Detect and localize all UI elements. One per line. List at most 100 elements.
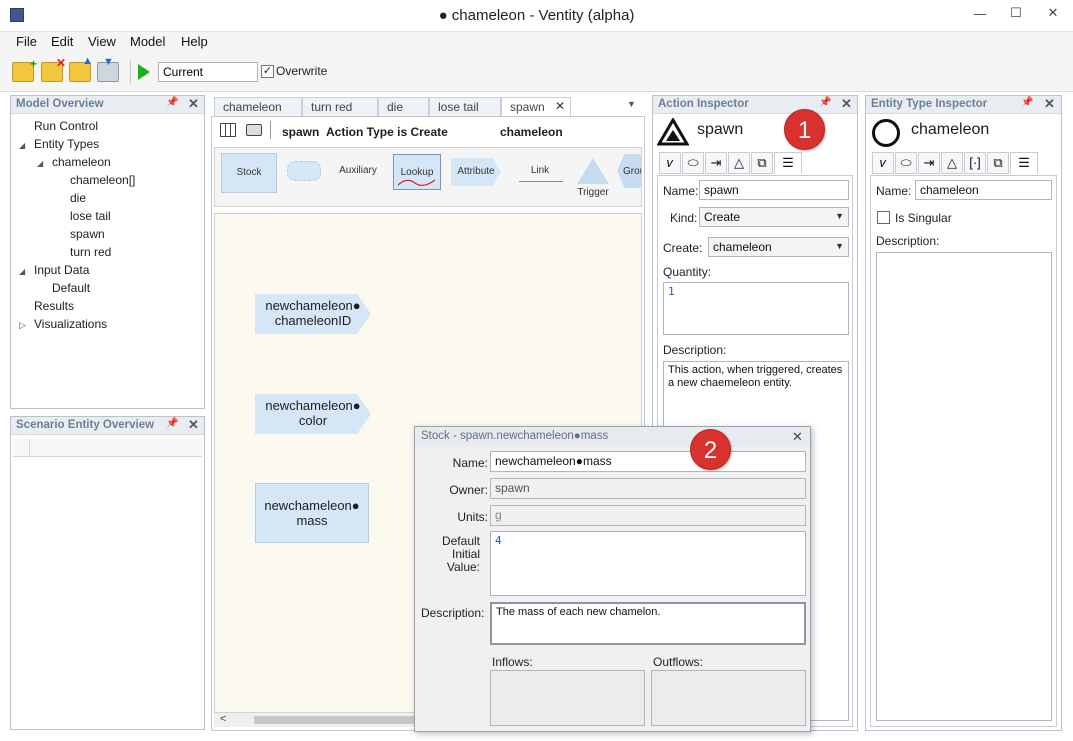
pin-icon[interactable]: 📌 bbox=[819, 97, 831, 108]
description-label: Description: bbox=[421, 606, 485, 620]
tree-chameleon[interactable]: chameleon bbox=[52, 155, 111, 169]
tab-spawn[interactable]: spawn ✕ bbox=[501, 97, 571, 116]
expand-arrow-icon[interactable]: ◢ bbox=[19, 141, 25, 150]
stock-dialog-header[interactable]: Stock - spawn.newchameleon●mass ✕ bbox=[415, 427, 810, 447]
close-icon[interactable]: ✕ bbox=[841, 96, 852, 112]
name-field[interactable]: chameleon bbox=[915, 180, 1052, 200]
expand-arrow-icon[interactable]: ◢ bbox=[37, 159, 43, 168]
close-icon[interactable]: ✕ bbox=[1044, 96, 1055, 112]
window-title: ● chameleon - Ventity (alpha) bbox=[438, 7, 635, 24]
tree-run-control[interactable]: Run Control bbox=[34, 119, 98, 133]
tab-bracket-icon[interactable]: [·] bbox=[964, 152, 986, 174]
menu-help[interactable]: Help bbox=[181, 34, 208, 49]
tab-tag-icon[interactable]: ⬭ bbox=[895, 152, 917, 174]
tree-chameleon-collection[interactable]: chameleon[] bbox=[70, 173, 135, 187]
node-color[interactable]: newchameleon● color bbox=[255, 394, 371, 434]
scrollbar-thumb[interactable] bbox=[254, 716, 414, 724]
tree-default[interactable]: Default bbox=[52, 281, 90, 295]
initial-value-field[interactable]: 4 bbox=[490, 531, 806, 596]
tree-spawn[interactable]: spawn bbox=[70, 227, 105, 241]
name-field[interactable]: spawn bbox=[699, 180, 849, 200]
callout-badge-1: 1 bbox=[784, 109, 825, 150]
palette-attribute[interactable]: Attribute bbox=[451, 158, 501, 186]
description-field[interactable]: The mass of each new chamelon. bbox=[490, 602, 806, 645]
node-chameleonID[interactable]: newchameleon● chameleonID bbox=[255, 294, 371, 334]
close-model-folder-icon[interactable]: ✕ bbox=[41, 56, 66, 82]
menu-view[interactable]: View bbox=[88, 34, 116, 49]
inspector-body: Name: chameleon Is Singular Description: bbox=[870, 175, 1057, 727]
header-separator bbox=[270, 121, 271, 139]
tab-list-icon[interactable]: ☰ bbox=[1010, 152, 1038, 174]
tree-die[interactable]: die bbox=[70, 191, 86, 205]
menu-file[interactable]: File bbox=[16, 34, 37, 49]
palette-cloud-icon[interactable] bbox=[287, 161, 321, 181]
chevron-down-icon: ▼ bbox=[835, 211, 844, 221]
close-icon[interactable]: ✕ bbox=[188, 96, 199, 112]
menu-edit[interactable]: Edit bbox=[51, 34, 73, 49]
inspector-heading: chameleon bbox=[911, 121, 990, 138]
close-window-button[interactable]: ✕ bbox=[1034, 0, 1072, 26]
description-field[interactable] bbox=[876, 252, 1052, 721]
open-folder-icon[interactable]: ▲ bbox=[69, 55, 93, 82]
palette-group[interactable]: Grou bbox=[623, 166, 641, 177]
outflows-list[interactable] bbox=[651, 670, 806, 726]
tab-equation-icon[interactable]: 𝑣 bbox=[872, 152, 894, 174]
kind-label: Kind: bbox=[670, 211, 698, 225]
pin-icon[interactable]: 📌 bbox=[166, 418, 178, 429]
tab-list-icon[interactable]: ☰ bbox=[774, 152, 802, 174]
tab-import-icon[interactable]: ⇥ bbox=[918, 152, 940, 174]
tree-results[interactable]: Results bbox=[34, 299, 74, 313]
maximize-button[interactable]: ☐ bbox=[998, 0, 1034, 26]
expand-arrow-icon[interactable]: ◢ bbox=[19, 267, 25, 276]
tab-import-icon[interactable]: ⇥ bbox=[705, 152, 727, 174]
keyboard-icon[interactable] bbox=[246, 124, 262, 136]
close-icon[interactable]: ✕ bbox=[188, 417, 199, 433]
tab-turn-red[interactable]: turn red bbox=[302, 97, 378, 116]
tree-turn-red[interactable]: turn red bbox=[70, 245, 111, 259]
tab-diagram-icon[interactable]: ⧉ bbox=[751, 152, 773, 174]
tree-entity-types[interactable]: Entity Types bbox=[34, 137, 99, 151]
palette-auxiliary[interactable]: Auxiliary bbox=[333, 165, 383, 176]
close-icon[interactable]: ✕ bbox=[792, 429, 803, 445]
minimize-button[interactable]: — bbox=[962, 0, 998, 26]
create-select[interactable]: chameleon ▼ bbox=[708, 237, 849, 257]
palette-stock[interactable]: Stock bbox=[221, 153, 277, 193]
units-field[interactable]: g bbox=[490, 505, 806, 526]
overwrite-checkbox[interactable]: ✓ bbox=[261, 65, 274, 78]
tree-input-data[interactable]: Input Data bbox=[34, 263, 89, 277]
inflows-list[interactable] bbox=[490, 670, 645, 726]
close-tab-icon[interactable]: ✕ bbox=[555, 99, 565, 113]
palette-link[interactable]: Link bbox=[515, 165, 565, 176]
scroll-left-icon[interactable]: < bbox=[220, 713, 226, 725]
tab-triangle-icon[interactable]: △ bbox=[728, 152, 750, 174]
name-field[interactable]: newchameleon●mass bbox=[490, 451, 806, 472]
quantity-field[interactable]: 1 bbox=[663, 282, 849, 335]
menu-model[interactable]: Model bbox=[130, 34, 165, 49]
tabs-dropdown-icon[interactable]: ▼ bbox=[627, 99, 636, 109]
save-icon[interactable]: ▼ bbox=[97, 56, 119, 82]
tab-chameleon[interactable]: chameleon bbox=[214, 97, 302, 116]
tab-tag-icon[interactable]: ⬭ bbox=[682, 152, 704, 174]
tree-visualizations[interactable]: Visualizations bbox=[34, 317, 107, 331]
tab-die[interactable]: die bbox=[378, 97, 429, 116]
model-overview-header: Model Overview 📌 ✕ bbox=[11, 96, 204, 114]
kind-select[interactable]: Create ▼ bbox=[699, 207, 849, 227]
new-model-folder-icon[interactable]: + bbox=[12, 57, 37, 82]
is-singular-checkbox[interactable] bbox=[877, 211, 890, 224]
inflows-label: Inflows: bbox=[492, 655, 533, 669]
node-mass[interactable]: newchameleon● mass bbox=[255, 483, 369, 543]
table-view-icon[interactable] bbox=[220, 123, 236, 137]
tab-equation-icon[interactable]: 𝑣 bbox=[659, 152, 681, 174]
model-overview-panel: Model Overview 📌 ✕ Run Control ◢ Entity … bbox=[10, 95, 205, 409]
tree-lose-tail[interactable]: lose tail bbox=[70, 209, 111, 223]
tab-triangle-icon[interactable]: △ bbox=[941, 152, 963, 174]
play-icon[interactable] bbox=[138, 64, 150, 80]
pin-icon[interactable]: 📌 bbox=[1021, 97, 1033, 108]
pin-icon[interactable]: 📌 bbox=[166, 97, 178, 108]
tab-lose-tail[interactable]: lose tail bbox=[429, 97, 501, 116]
collapse-arrow-icon[interactable]: ▷ bbox=[19, 320, 26, 331]
palette-trigger[interactable]: Trigger bbox=[573, 187, 613, 198]
palette-lookup[interactable]: Lookup bbox=[393, 154, 441, 190]
scenario-input[interactable] bbox=[158, 62, 258, 82]
tab-diagram-icon[interactable]: ⧉ bbox=[987, 152, 1009, 174]
